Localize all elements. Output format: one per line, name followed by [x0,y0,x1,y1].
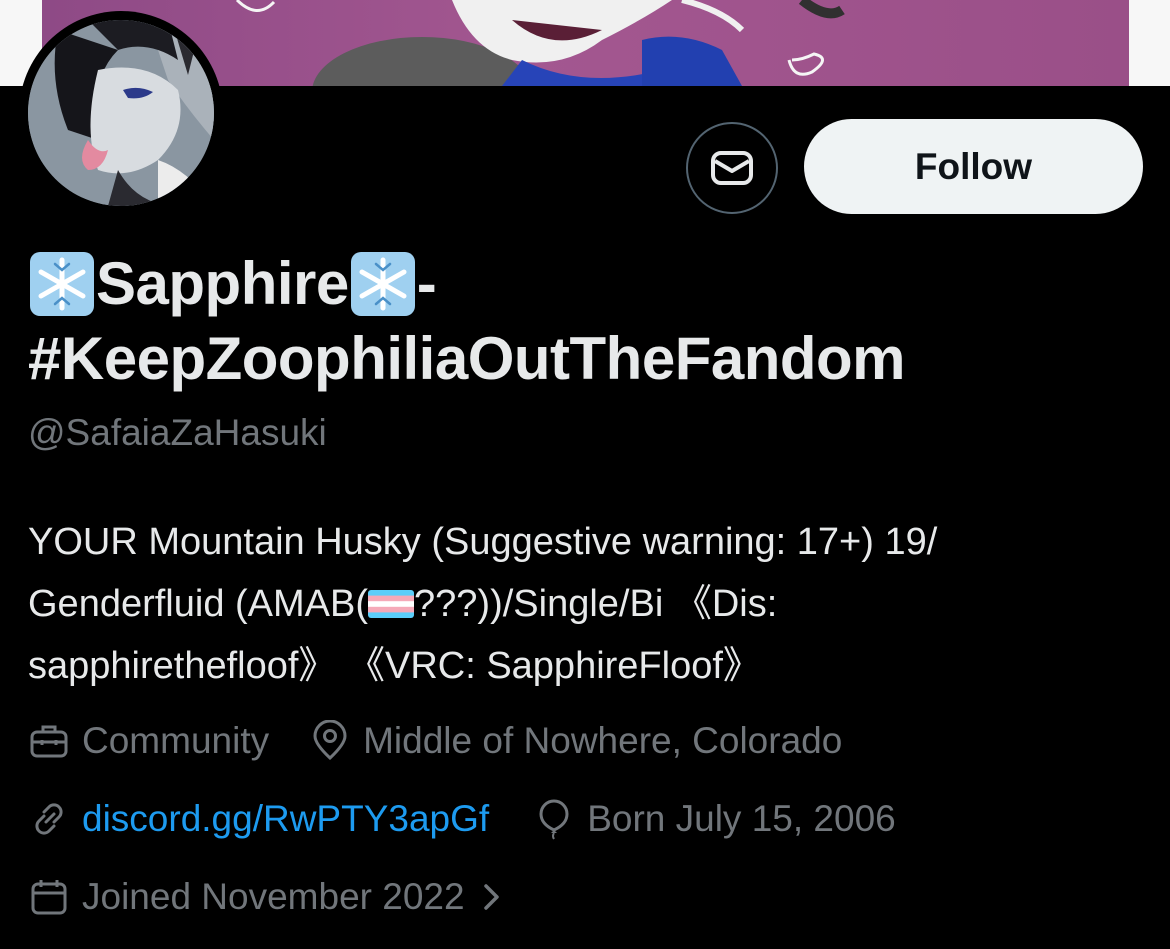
bio-line-2-start: Genderfluid (AMAB( [28,583,369,625]
balloon-icon [539,799,569,840]
briefcase-icon [30,725,68,758]
follow-button[interactable]: Follow [804,119,1143,214]
profile-category: Community [28,720,269,762]
bio-line-3: sapphirethefloof》 《VRC: SapphireFloof》 [28,645,761,687]
transgender-flag-icon [368,590,415,618]
calendar-icon [31,880,67,915]
chevron-right-icon[interactable] [481,880,503,914]
display-name: Sapphire - #KeepZoophiliaOutTheFandom [28,246,1148,396]
profile-website[interactable]: discord.gg/RwPTY3apGf [28,798,489,840]
profile-location: Middle of Nowhere, Colorado [309,720,842,762]
profile-birthday: Born July 15, 2006 [533,798,896,840]
location-pin-icon [313,720,347,761]
joined-label: Joined November 2022 [82,876,465,917]
message-button[interactable] [686,122,778,214]
profile-meta-row-2: discord.gg/RwPTY3apGf Born July 15, 2006 [28,798,896,840]
bio: YOUR Mountain Husky (Suggestive warning:… [28,511,1138,697]
avatar-image [28,20,214,206]
avatar[interactable] [19,11,223,215]
link-icon [35,803,63,835]
profile-meta-row-1: Community Middle of Nowhere, Colorado [28,720,842,762]
bio-line-2: Genderfluid (AMAB( ???))/Single/Bi 《Dis: [28,573,1138,635]
name-separator: - [416,250,437,317]
category-label: Community [82,720,270,761]
user-handle: @SafaiaZaHasuki [28,412,327,453]
location-label: Middle of Nowhere, Colorado [363,720,843,761]
snowflake-emoji-icon [350,251,415,316]
website-link[interactable]: discord.gg/RwPTY3apGf [82,798,489,840]
profile-meta-row-3[interactable]: Joined November 2022 [28,876,503,918]
snowflake-emoji-icon [30,251,94,316]
profile-joined[interactable]: Joined November 2022 [28,876,503,918]
mail-icon [711,151,753,185]
name-part-2: #KeepZoophiliaOutTheFandom [28,325,906,392]
bio-line-2-end: ???))/Single/Bi 《Dis: [414,583,778,625]
birthday-label: Born July 15, 2006 [587,798,896,839]
bio-line-1: YOUR Mountain Husky (Suggestive warning:… [28,521,938,563]
name-part-1: Sapphire [96,250,349,317]
